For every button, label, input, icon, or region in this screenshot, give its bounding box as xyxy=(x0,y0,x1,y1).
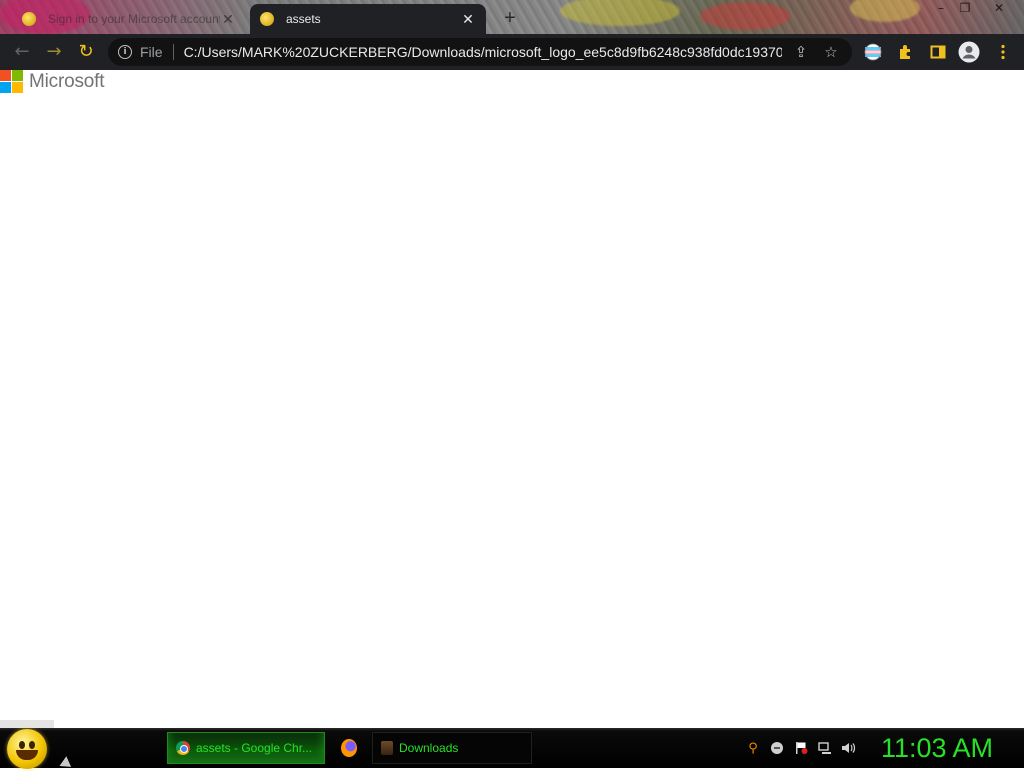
bookmark-star-icon[interactable]: ☆ xyxy=(820,41,842,63)
chrome-icon xyxy=(176,741,190,755)
status-bubble xyxy=(0,720,54,728)
tab-sign-in[interactable]: Sign in to your Microsoft account ✕ xyxy=(12,4,246,34)
taskbar-button-chrome[interactable]: assets - Google Chr... xyxy=(167,732,325,764)
emoji-favicon-icon xyxy=(260,12,274,26)
tab-assets[interactable]: assets ✕ xyxy=(250,4,486,34)
back-button[interactable]: ← xyxy=(10,40,34,64)
windows-squares-icon xyxy=(0,70,23,93)
new-tab-button[interactable]: + xyxy=(498,6,522,30)
start-button[interactable] xyxy=(7,729,47,769)
firefox-icon xyxy=(341,739,357,757)
emoji-favicon-icon xyxy=(22,12,36,26)
close-icon[interactable]: ✕ xyxy=(220,11,236,27)
forward-button[interactable]: → xyxy=(42,40,66,64)
browser-toolbar: ← → ↻ i File C:/Users/MARK%20ZUCKERBERG/… xyxy=(0,34,1024,70)
taskbar-button-label: Downloads xyxy=(399,741,459,755)
tab-strip: Sign in to your Microsoft account ✕ asse… xyxy=(0,0,1024,34)
logo-square-yellow xyxy=(12,82,23,93)
reload-button[interactable]: ↻ xyxy=(74,40,98,64)
action-center-flag-icon[interactable] xyxy=(793,740,809,756)
address-bar[interactable]: i File C:/Users/MARK%20ZUCKERBERG/Downlo… xyxy=(108,38,852,66)
logo-wordmark: Microsoft xyxy=(29,70,105,92)
menu-icon[interactable] xyxy=(992,41,1014,63)
start-orb-mouth xyxy=(16,750,38,760)
share-icon[interactable]: ⇪ xyxy=(790,41,812,63)
page-viewport: Microsoft xyxy=(0,70,1024,728)
side-panel-icon[interactable] xyxy=(927,41,949,63)
search-icon[interactable]: ⚲ xyxy=(745,740,761,756)
start-orb-eye xyxy=(19,741,25,749)
tab-title: assets xyxy=(286,12,321,26)
profile-flag-icon[interactable] xyxy=(862,41,884,63)
wallpaper-splash xyxy=(560,0,680,26)
wallpaper-splash xyxy=(700,2,790,30)
microsoft-logo: Microsoft xyxy=(0,70,104,93)
extensions-icon[interactable] xyxy=(895,41,917,63)
network-icon[interactable] xyxy=(817,740,833,756)
chat-icon[interactable] xyxy=(769,740,785,756)
url-text[interactable]: C:/Users/MARK%20ZUCKERBERG/Downloads/mic… xyxy=(184,44,782,60)
maximize-button[interactable]: ❐ xyxy=(950,0,980,18)
account-icon[interactable] xyxy=(958,41,980,63)
taskbar-button-firefox[interactable] xyxy=(333,732,365,764)
taskbar-button-label: assets - Google Chr... xyxy=(196,741,313,755)
info-icon[interactable]: i xyxy=(118,45,132,59)
taskbar-clock[interactable]: 11:03 AM xyxy=(872,732,1002,764)
logo-square-green xyxy=(12,70,23,81)
taskbar: assets - Google Chr... Downloads ⚲ 11:03… xyxy=(0,728,1024,772)
volume-icon[interactable] xyxy=(841,740,857,756)
tab-title: Sign in to your Microsoft account xyxy=(48,12,220,26)
mouse-cursor-icon xyxy=(59,756,75,772)
close-window-button[interactable]: ✕ xyxy=(984,0,1014,18)
start-orb-eye xyxy=(29,741,35,749)
close-icon[interactable]: ✕ xyxy=(460,11,476,27)
divider xyxy=(172,44,174,60)
folder-icon xyxy=(381,741,393,755)
logo-square-red xyxy=(0,70,11,81)
wallpaper-splash xyxy=(850,0,920,22)
security-chip[interactable]: File xyxy=(140,44,163,60)
taskbar-button-downloads[interactable]: Downloads xyxy=(372,732,532,764)
logo-square-blue xyxy=(0,82,11,93)
